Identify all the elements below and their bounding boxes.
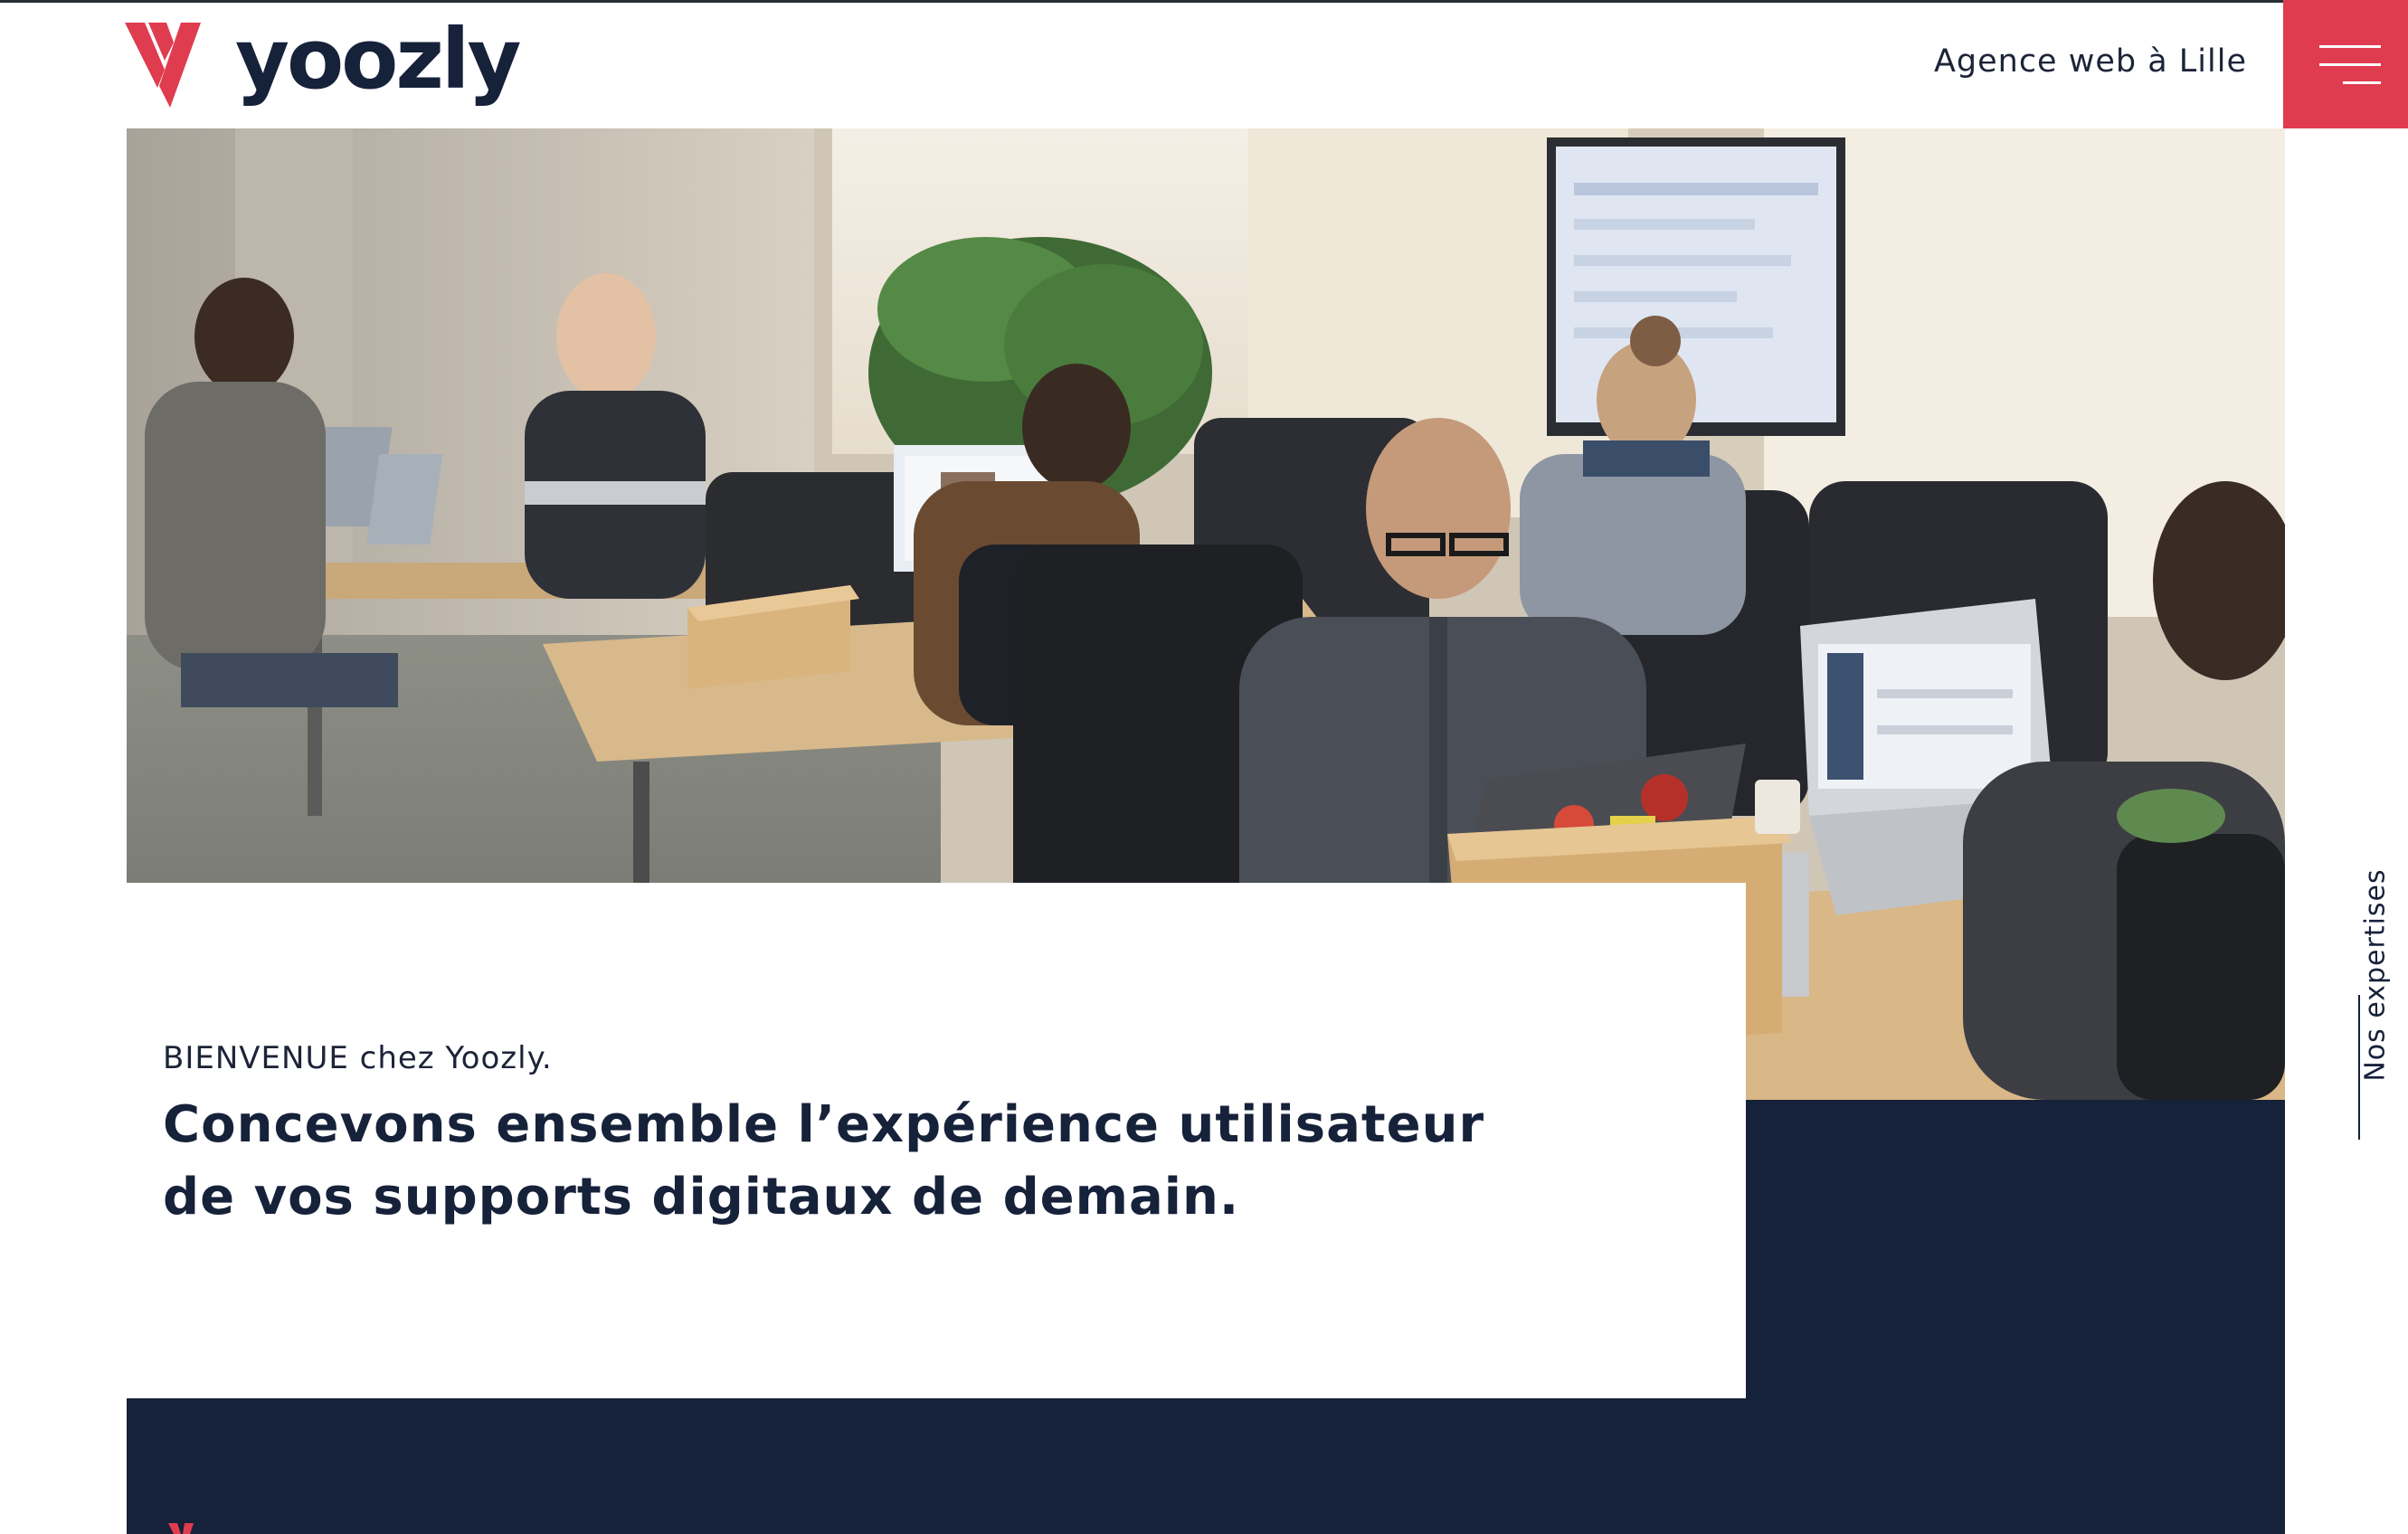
welcome-text: BIENVENUE chez Yoozly. bbox=[163, 1040, 553, 1076]
hamburger-line bbox=[2319, 63, 2381, 66]
hamburger-menu-icon bbox=[2319, 45, 2381, 48]
dark-section bbox=[127, 1398, 2285, 1534]
top-border bbox=[0, 0, 2408, 3]
menu-button[interactable] bbox=[2283, 0, 2408, 128]
hamburger-line bbox=[2343, 81, 2381, 84]
yoozly-logo-mark bbox=[125, 23, 201, 108]
section-accent-icon bbox=[168, 1523, 194, 1534]
site-logo-link[interactable]: yoozly bbox=[125, 11, 521, 110]
header-tagline: Agence web à Lille bbox=[1933, 43, 2247, 80]
side-nav-expertises-link[interactable]: Nos expertises bbox=[2360, 868, 2392, 1081]
brand-name: yoozly bbox=[235, 11, 521, 108]
side-nav-divider bbox=[2358, 995, 2360, 1140]
hero-headline: Concevons ensemble l’expérience utilisat… bbox=[163, 1095, 1485, 1226]
